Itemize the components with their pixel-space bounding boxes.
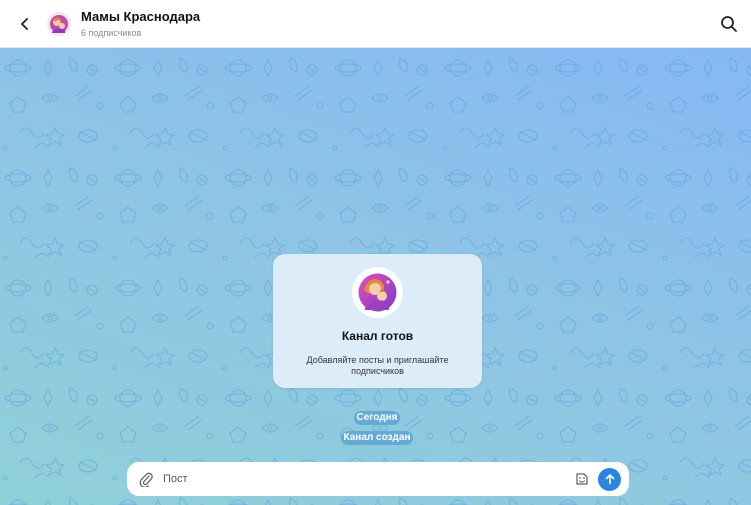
channel-name: Мамы Краснодара	[81, 8, 201, 24]
channel-avatar-large	[352, 267, 403, 318]
service-message-channel-created: Канал создан	[341, 431, 413, 445]
card-title: Канал готов	[341, 329, 414, 343]
message-composer	[127, 462, 629, 496]
date-pill: Сегодня	[354, 411, 400, 425]
channel-ready-card: Канал готов Добавляйте посты и приглашай…	[273, 254, 482, 388]
channel-title-block[interactable]: Мамы Краснодара 6 подписчиков	[81, 9, 200, 39]
send-button[interactable]	[598, 467, 621, 491]
attach-button[interactable]	[133, 466, 159, 492]
search-button[interactable]	[717, 12, 741, 36]
post-input[interactable]	[163, 466, 570, 492]
chat-background: Канал готов Добавляйте посты и приглашай…	[0, 48, 751, 505]
paperclip-icon	[139, 472, 153, 487]
arrow-up-icon	[605, 474, 614, 485]
chat-header: Мамы Краснодара 6 подписчиков	[0, 0, 751, 48]
sticker-button[interactable]	[570, 467, 594, 491]
channel-avatar[interactable]	[47, 11, 71, 36]
search-icon	[721, 16, 737, 32]
back-button[interactable]	[8, 0, 42, 48]
card-description: Добавляйте посты и приглашайте подписчик…	[306, 355, 449, 376]
chevron-left-icon	[21, 17, 28, 30]
subscriber-count: 6 подписчиков	[81, 27, 142, 38]
sticker-icon	[576, 473, 588, 485]
